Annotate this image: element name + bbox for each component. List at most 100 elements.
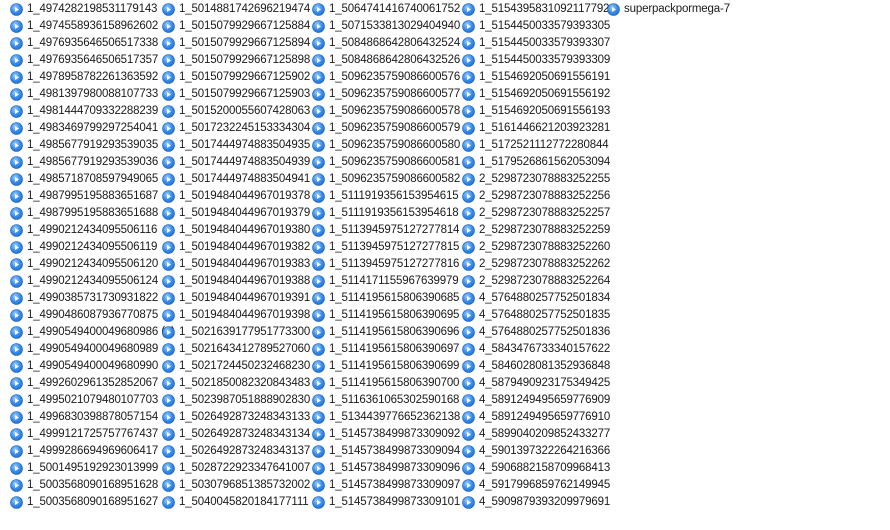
file-item[interactable]: 1_4990212434095506119	[10, 238, 175, 256]
file-item[interactable]: 1_5154395831092117792	[462, 0, 610, 18]
file-item[interactable]: 4_5891249495659776910	[462, 408, 610, 426]
file-item[interactable]: 1_5001495192923013999	[10, 459, 175, 477]
file-item[interactable]: 1_4990486087936770875	[10, 306, 175, 324]
file-item[interactable]: 1_5179526861562053094	[462, 153, 610, 171]
file-item[interactable]: 1_5116361065302590168	[312, 391, 460, 409]
file-item[interactable]: 1_4990212434095506120	[10, 255, 175, 273]
file-item[interactable]: 4_5843476733340157622	[462, 340, 610, 358]
file-item[interactable]: 1_5113945975127277815	[312, 238, 460, 256]
file-item[interactable]: 4_5879490923175349425	[462, 374, 610, 392]
file-item[interactable]: 1_5019484044967019379	[162, 204, 310, 222]
file-item[interactable]: 1_5114195615806390685	[312, 289, 460, 307]
file-item[interactable]: 1_5145738499873309097	[312, 476, 460, 494]
file-item[interactable]: 1_5113945975127277814	[312, 221, 460, 239]
file-item[interactable]: 4_5901397322264216366	[462, 442, 610, 460]
file-item[interactable]: 1_4996830398878057154	[10, 408, 175, 426]
file-item[interactable]: 1_5017232245153334304	[162, 119, 310, 137]
file-item[interactable]: 1_5096235759086600582	[312, 170, 460, 188]
file-item[interactable]: 1_5096235759086600581	[312, 153, 460, 171]
file-item[interactable]: 1_5111919356153954618	[312, 204, 460, 222]
file-item[interactable]: 1_5114195615806390699	[312, 357, 460, 375]
file-item[interactable]: 1_4978958782261363592	[10, 68, 175, 86]
file-item[interactable]: 1_4999121725757767437	[10, 425, 175, 443]
file-item[interactable]: 4_5917996859762149945	[462, 476, 610, 494]
file-item[interactable]: 4_5906882158709968413	[462, 459, 610, 477]
file-item[interactable]: 1_4976935646506517338	[10, 34, 175, 52]
file-item[interactable]: 1_5064741416740061752	[312, 0, 460, 18]
file-item[interactable]: 1_5021850082320843483	[162, 374, 310, 392]
file-item[interactable]: 1_5154692050691556191	[462, 68, 610, 86]
file-item[interactable]: 1_5019484044967019382	[162, 238, 310, 256]
file-item[interactable]: 1_5111919356153954615	[312, 187, 460, 205]
file-item[interactable]: 1_5145738499873309096	[312, 459, 460, 477]
file-item[interactable]: 1_4992602961352852067	[10, 374, 175, 392]
file-item[interactable]: 4_5764880257752501835	[462, 306, 610, 324]
file-item[interactable]: 1_5015079929667125903	[162, 85, 310, 103]
file-item[interactable]: 1_5040045820184177111	[162, 493, 310, 511]
file-item[interactable]: 1_5021639177951773300	[162, 323, 310, 341]
file-item[interactable]: 1_5113945975127277816	[312, 255, 460, 273]
file-item[interactable]: 1_5096235759086600580	[312, 136, 460, 154]
file-item[interactable]: 1_5003568090168951628	[10, 476, 175, 494]
file-item[interactable]: 1_4987995195883651687	[10, 187, 175, 205]
file-item[interactable]: 1_4990212434095506116	[10, 221, 175, 239]
file-item[interactable]: 1_5030796851385732002	[162, 476, 310, 494]
file-item[interactable]: 1_5026492873248343133	[162, 408, 310, 426]
file-item[interactable]: 1_5019484044967019398	[162, 306, 310, 324]
file-item[interactable]: 1_5161446621203923281	[462, 119, 610, 137]
file-item[interactable]: 2_5298723078883252256	[462, 187, 610, 205]
file-item[interactable]: 1_5003568090168951627	[10, 493, 175, 511]
file-item[interactable]: 1_5154450033579393309	[462, 51, 610, 69]
file-item[interactable]: 1_5019484044967019391	[162, 289, 310, 307]
file-item[interactable]: 1_4990385731730931822	[10, 289, 175, 307]
file-item[interactable]: 1_5172521112772280844	[462, 136, 610, 154]
file-item[interactable]: 1_5015079929667125902	[162, 68, 310, 86]
file-item[interactable]: 4_5891249495659776909	[462, 391, 610, 409]
file-item[interactable]: 1_4985718708597949065	[10, 170, 175, 188]
file-item[interactable]: 1_4999286694969606417	[10, 442, 175, 460]
file-item[interactable]: 1_4985677919293539035	[10, 136, 175, 154]
file-item[interactable]: 1_4983469799297254041	[10, 119, 175, 137]
file-item[interactable]: 1_5154692050691556192	[462, 85, 610, 103]
file-item[interactable]: 2_5298723078883252260	[462, 238, 610, 256]
file-item[interactable]: 4_5899040209852433277	[462, 425, 610, 443]
file-item[interactable]: 1_5021643412789527060	[162, 340, 310, 358]
file-item[interactable]: 2_5298723078883252264	[462, 272, 610, 290]
file-item[interactable]: superpackpormega-7	[607, 0, 730, 18]
file-item[interactable]: 1_5028722923347641007	[162, 459, 310, 477]
file-item[interactable]: 1_5096235759086600576	[312, 68, 460, 86]
file-item[interactable]: 1_4974282198531179143	[10, 0, 175, 18]
file-item[interactable]: 1_5021724450232468230	[162, 357, 310, 375]
file-item[interactable]: 1_4976935646506517357	[10, 51, 175, 69]
file-item[interactable]: 1_4990549400049680986 (1)	[10, 323, 175, 341]
file-item[interactable]: 1_5084868642806432524	[312, 34, 460, 52]
file-item[interactable]: 1_5017444974883504939	[162, 153, 310, 171]
file-item[interactable]: 1_5096235759086600577	[312, 85, 460, 103]
file-item[interactable]: 1_5015079929667125884	[162, 17, 310, 35]
file-item[interactable]: 1_5015079929667125894	[162, 34, 310, 52]
file-item[interactable]: 1_5019484044967019378	[162, 187, 310, 205]
file-item[interactable]: 1_5071533813029404940	[312, 17, 460, 35]
file-item[interactable]: 1_4990549400049680989	[10, 340, 175, 358]
file-item[interactable]: 1_5015079929667125898	[162, 51, 310, 69]
file-item[interactable]: 1_5084868642806432526	[312, 51, 460, 69]
file-item[interactable]: 1_5026492873248343137	[162, 442, 310, 460]
file-item[interactable]: 2_5298723078883252257	[462, 204, 610, 222]
file-item[interactable]: 1_5017444974883504935	[162, 136, 310, 154]
file-item[interactable]: 4_5846028081352936848	[462, 357, 610, 375]
file-item[interactable]: 1_5019484044967019380	[162, 221, 310, 239]
file-item[interactable]: 4_5764880257752501834	[462, 289, 610, 307]
file-item[interactable]: 4_5764880257752501836	[462, 323, 610, 341]
file-item[interactable]: 1_5026492873248343134	[162, 425, 310, 443]
file-item[interactable]: 1_5114195615806390697	[312, 340, 460, 358]
file-item[interactable]: 1_5096235759086600578	[312, 102, 460, 120]
file-item[interactable]: 1_5154450033579393307	[462, 34, 610, 52]
file-item[interactable]: 1_4981444709332288239	[10, 102, 175, 120]
file-item[interactable]: 2_5298723078883252262	[462, 255, 610, 273]
file-item[interactable]: 1_5019484044967019383	[162, 255, 310, 273]
file-item[interactable]: 1_5096235759086600579	[312, 119, 460, 137]
file-item[interactable]: 1_5134439776652362138	[312, 408, 460, 426]
file-item[interactable]: 1_5154450033579393305	[462, 17, 610, 35]
file-item[interactable]: 1_4987995195883651688	[10, 204, 175, 222]
file-item[interactable]: 1_5114171155967639979	[312, 272, 460, 290]
